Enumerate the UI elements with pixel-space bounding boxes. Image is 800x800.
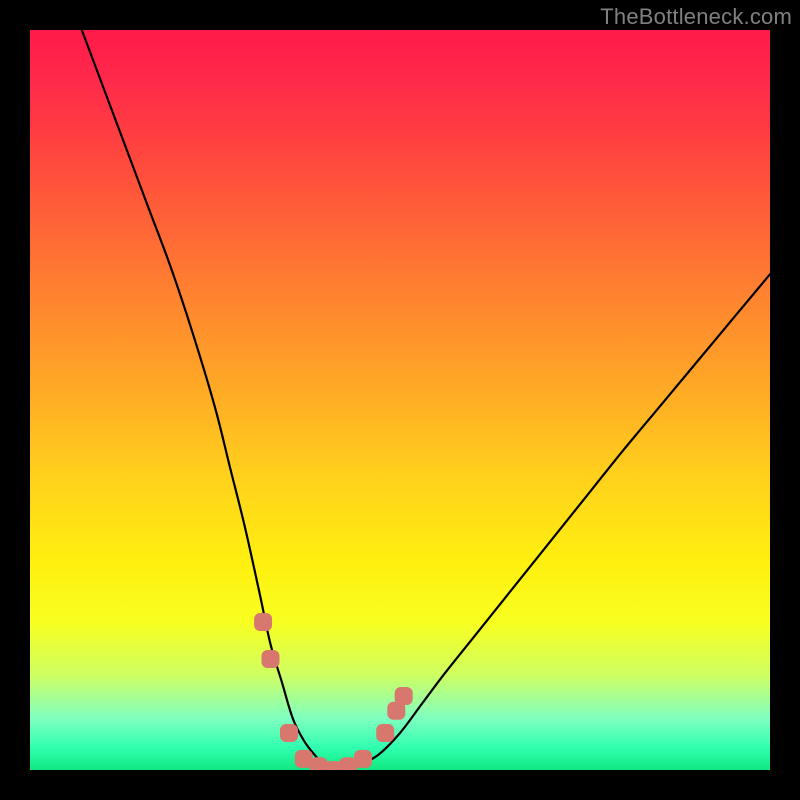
chart-svg bbox=[30, 30, 770, 770]
chart-plot-area bbox=[30, 30, 770, 770]
watermark-text: TheBottleneck.com bbox=[600, 4, 792, 30]
chart-marker bbox=[395, 687, 413, 705]
chart-marker bbox=[254, 613, 272, 631]
chart-marker bbox=[376, 724, 394, 742]
chart-marker bbox=[354, 750, 372, 768]
chart-marker bbox=[280, 724, 298, 742]
chart-marker bbox=[262, 650, 280, 668]
chart-curve bbox=[82, 30, 770, 770]
chart-frame: TheBottleneck.com bbox=[0, 0, 800, 800]
